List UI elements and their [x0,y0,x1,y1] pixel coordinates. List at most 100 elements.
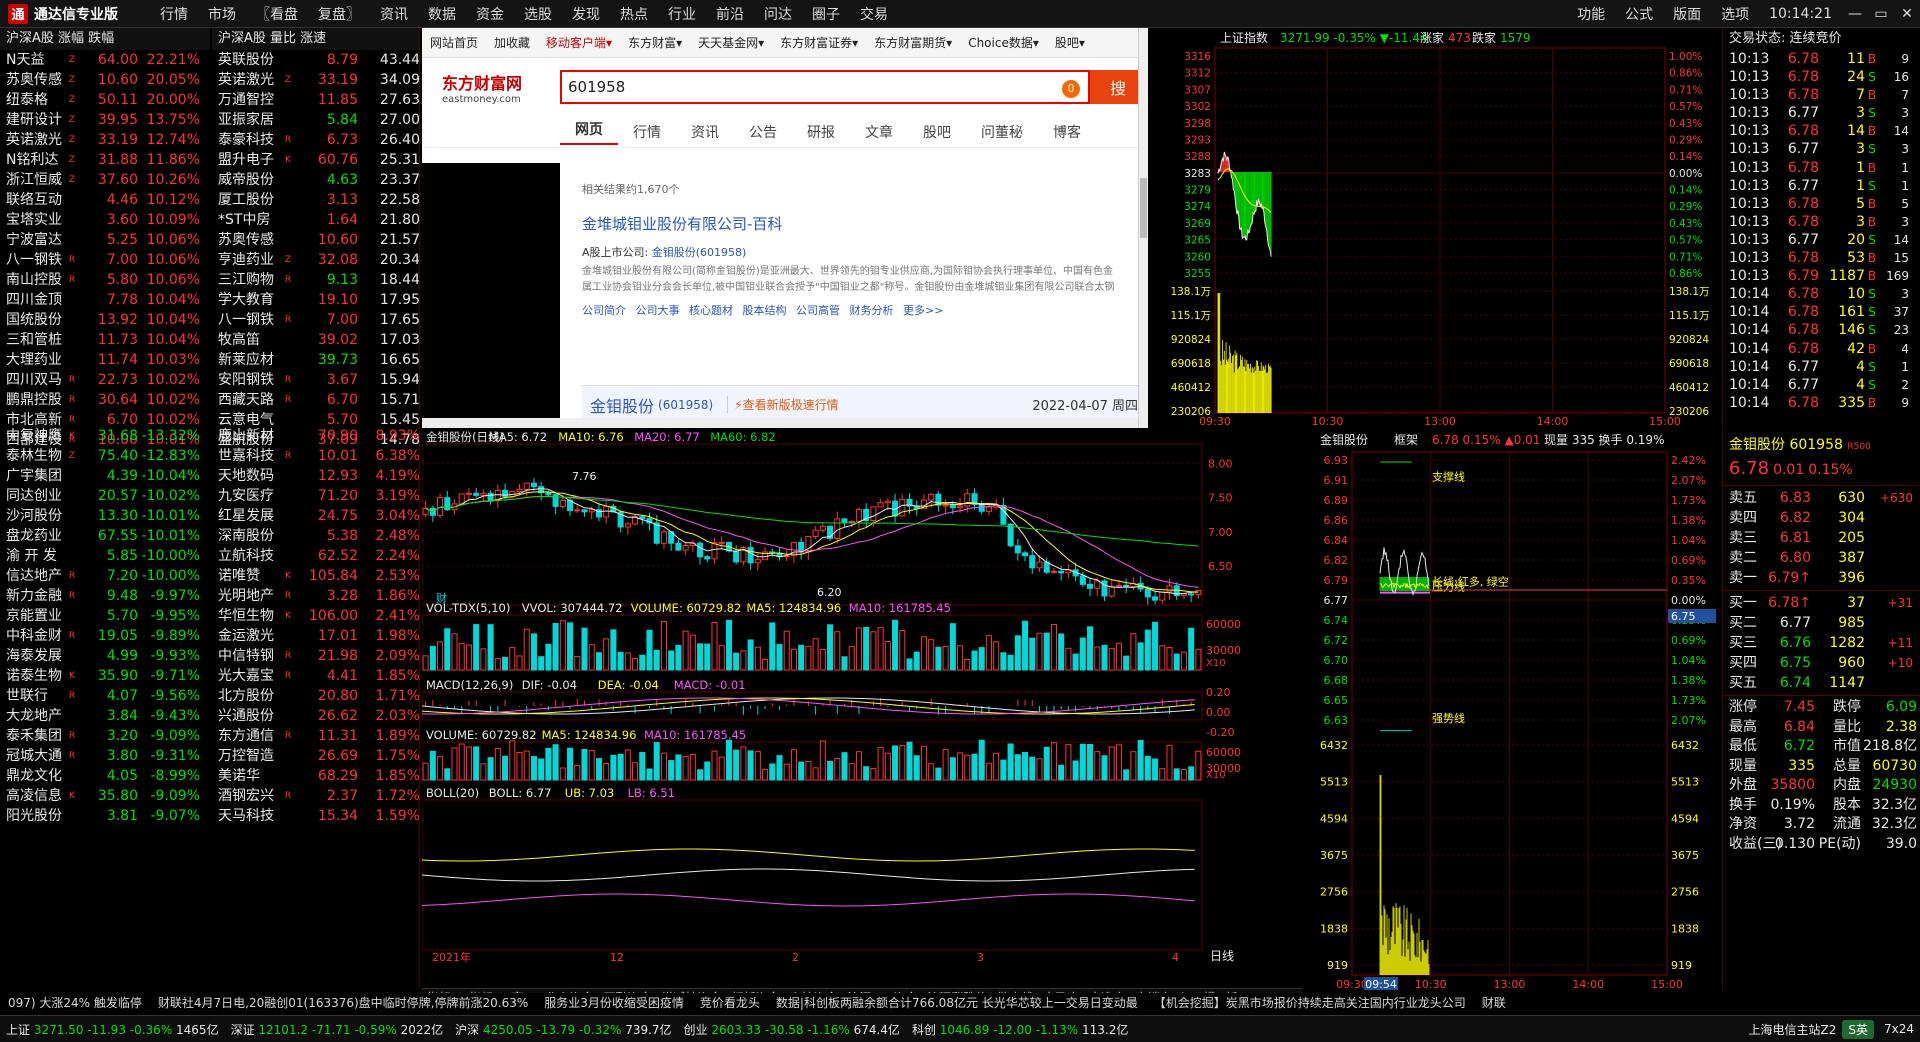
list-item[interactable]: 英诺激光 Z 33.19 34.09 [212,70,419,90]
list-item[interactable]: 天地数码 12.93 4.19% [212,466,419,486]
list-item[interactable]: 京能置业 5.70 -9.95% [0,606,210,626]
site-nav-item-5[interactable]: 东方财富证券▾ [772,34,866,51]
list-item[interactable]: 安阳钢铁 R 3.67 15.94 [212,370,419,390]
list-item[interactable]: 泰禾集团 R 3.20 -9.09% [0,726,210,746]
menu-right-item-0[interactable]: 功能 [1567,4,1615,24]
search-tab-6[interactable]: 股吧 [908,122,966,142]
rank-header-volratio[interactable]: 沪深A股 量比 涨速 [212,28,419,50]
menu-item-1[interactable]: 市场 [198,4,246,24]
result-title-link[interactable]: 金堆城钼业股份有限公司-百科 [582,213,1120,234]
site-nav-item-8[interactable]: 股吧▾ [1047,34,1093,51]
list-item[interactable]: 三江购物 R 9.13 18.44 [212,270,419,290]
menu-item-11[interactable]: 前沿 [706,4,754,24]
kline-chart[interactable]: 金钼股份(日线)MA5: 6.72 MA10: 6.76 MA20: 6.77 MA6… [422,430,1302,990]
site-nav-item-7[interactable]: Choice数据▾ [960,34,1047,51]
list-item[interactable]: 新力金融 R 9.48 -9.97% [0,586,210,606]
list-item[interactable]: 亚振家居 5.84 27.00 [212,110,419,130]
list-item[interactable]: 南山控股 R 5.80 10.06% [0,270,210,290]
search-tab-2[interactable]: 资讯 [676,122,734,142]
site-nav-item-3[interactable]: 东方财富▾ [620,34,690,51]
search-tab-8[interactable]: 博客 [1038,122,1096,142]
index-chart-panel[interactable]: 上证指数 3271.99 -0.35% ▼-11.44 涨家 473 跌家 1579 331… [1160,28,1716,428]
index-sh[interactable]: 上证 3271.50 -11.93 -0.36% 1465亿 [0,1021,225,1038]
index-sz[interactable]: 深证 12101.2 -71.71 -0.59% 2022亿 [225,1021,450,1038]
list-item[interactable]: 三和管桩 11.73 10.04% [0,330,210,350]
list-item[interactable]: 深南股份 5.38 2.48% [212,526,419,546]
close-icon[interactable]: ✕ [1894,6,1920,22]
browser-horizontal-scrollbar[interactable] [422,418,1138,428]
menu-item-13[interactable]: 圈子 [802,4,850,24]
index-intraday-chart[interactable]: 上证指数 3271.99 -0.35% ▼-11.44涨家 473 跌家 1579 331… [1160,28,1716,428]
list-item[interactable]: 鼎龙文化 4.05 -8.99% [0,766,210,786]
menu-item-0[interactable]: 行情 [150,4,198,24]
list-item[interactable]: 学大教育 19.10 17.95 [212,290,419,310]
list-item[interactable]: 同达创业 20.57 -10.02% [0,486,210,506]
list-item[interactable]: 牧高笛 39.02 17.03 [212,330,419,350]
list-item[interactable]: 建研设计 Z 39.95 13.75% [0,110,210,130]
site-nav-item-0[interactable]: 网站首页 [422,34,486,51]
list-item[interactable]: 世联行 R 4.07 -9.56% [0,686,210,706]
list-item[interactable]: 光大嘉宝 R 4.41 1.85% [212,666,419,686]
index-kcb[interactable]: 科创 1046.89 -12.00 -1.13% 113.2亿 [906,1021,1134,1038]
list-item[interactable]: 万控智造 26.69 1.75% [212,746,419,766]
list-item[interactable]: 新莱应材 39.73 16.65 [212,350,419,370]
site-nav-item-1[interactable]: 加收藏 [486,34,538,51]
list-item[interactable]: 英联股份 8.79 43.44 [212,50,419,70]
list-item[interactable]: 宁波富达 5.25 10.06% [0,230,210,250]
list-item[interactable]: 亨迪药业 Z 32.08 20.34 [212,250,419,270]
result-source-link[interactable]: 金钼股份(601958) [652,246,747,259]
list-item[interactable]: 大理药业 11.74 10.03% [0,350,210,370]
list-item[interactable]: 广宇集团 4.39 -10.04% [0,466,210,486]
list-item[interactable]: 立航科技 62.52 2.24% [212,546,419,566]
list-item[interactable]: 渝 开 发 5.85 -10.00% [0,546,210,566]
index-cyb[interactable]: 创业 2603.33 -30.58 -1.16% 674.4亿 [678,1021,906,1038]
list-item[interactable]: 苏奥传感 10.60 21.57 [212,230,419,250]
list-item[interactable]: 沙河股份 13.30 -10.01% [0,506,210,526]
list-item[interactable]: 诺泰生物 K 35.90 -9.71% [0,666,210,686]
list-item[interactable]: 苏奥传感 Z 10.60 20.05% [0,70,210,90]
search-tab-4[interactable]: 研报 [792,122,850,142]
list-item[interactable]: 北方股份 20.80 1.71% [212,686,419,706]
restore-icon[interactable]: ▭ [1868,6,1894,22]
menu-item-10[interactable]: 行业 [658,4,706,24]
list-item[interactable]: 浙江恒威 Z 37.60 10.26% [0,170,210,190]
list-item[interactable]: 高凌信息 K 35.80 -9.09% [0,786,210,806]
menu-item-9[interactable]: 热点 [610,4,658,24]
eastmoney-logo[interactable]: 东方财富网 eastmoney.com [422,70,560,105]
menu-item-3[interactable]: 复盘〗 [308,4,370,24]
minimize-icon[interactable]: — [1842,6,1868,22]
intraday-panel[interactable]: 金钼股份 框架 6.78 0.15% ▲0.01 现量 335 换手 0.19% 6.9… [1302,430,1716,990]
browser-vertical-scrollbar[interactable] [1138,28,1148,428]
list-item[interactable]: 八一钢铁 R 7.00 10.06% [0,250,210,270]
list-item[interactable]: *ST中房 1.64 21.80 [212,210,419,230]
list-item[interactable]: 宝塔实业 3.60 10.09% [0,210,210,230]
menu-right-item-3[interactable]: 选项 [1711,4,1759,24]
list-item[interactable]: 海泰发展 4.99 -9.93% [0,646,210,666]
list-item[interactable]: 西藏天路 R 6.70 15.71 [212,390,419,410]
list-item[interactable]: 光明地产 R 3.28 1.86% [212,586,419,606]
list-item[interactable]: 英诺激光 Z 33.19 12.74% [0,130,210,150]
site-nav-item-2[interactable]: 移动客户端▾ [538,34,620,51]
list-item[interactable]: 中科金财 R 19.05 -9.89% [0,626,210,646]
list-item[interactable]: 万通智控 11.85 27.63 [212,90,419,110]
list-item[interactable]: 厦工股份 3.13 22.58 [212,190,419,210]
menu-item-12[interactable]: 问达 [754,4,802,24]
search-tab-1[interactable]: 行情 [618,122,676,142]
news-ticker[interactable]: 097) 大涨24% 触发临停 财联社4月7日电,20融创01(163376)盘中… [0,993,1920,1011]
list-item[interactable]: 四川金顶 7.78 10.04% [0,290,210,310]
list-item[interactable]: 东方通信 R 11.31 1.89% [212,726,419,746]
ticker-item[interactable]: 097) 大涨24% 触发临停 [0,994,150,1011]
list-item[interactable]: 华恒生物 K 106.00 2.41% [212,606,419,626]
list-item[interactable]: 泰豪科技 R 6.73 26.40 [212,130,419,150]
list-item[interactable]: 世嘉科技 R 10.01 6.38% [212,446,419,466]
list-item[interactable]: N天益 Z 64.00 22.21% [0,50,210,70]
search-tab-5[interactable]: 文章 [850,122,908,142]
list-item[interactable]: 中信特钢 R 21.98 2.09% [212,646,419,666]
ticker-item[interactable]: 数据|科创板两融余额合计766.08亿元 长光华芯较上一交易日变动最 [768,994,1146,1011]
menu-right-item-2[interactable]: 版面 [1663,4,1711,24]
list-item[interactable]: 阳光股份 3.81 -9.07% [0,806,210,826]
list-item[interactable]: 天马科技 15.34 1.59% [212,806,419,826]
site-nav-item-4[interactable]: 天天基金网▾ [690,34,772,51]
list-item[interactable]: 威帝股份 4.63 23.37 [212,170,419,190]
site-nav-item-6[interactable]: 东方财富期货▾ [866,34,960,51]
